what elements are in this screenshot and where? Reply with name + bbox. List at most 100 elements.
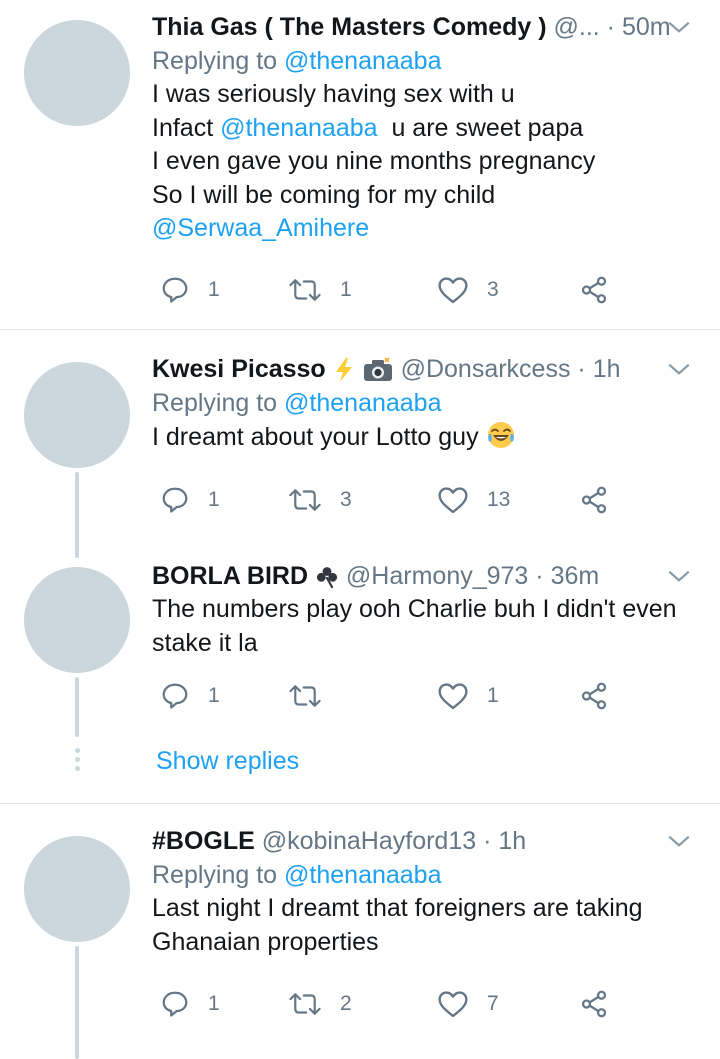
- retweet-count: 1: [340, 278, 352, 301]
- replying-to-handle[interactable]: @thenanaaba: [284, 47, 441, 75]
- avatar[interactable]: [24, 20, 130, 126]
- retweet-button[interactable]: 2: [288, 984, 352, 1024]
- separator-dot: ·: [535, 562, 544, 590]
- replying-to: Replying to @thenanaaba: [152, 858, 696, 892]
- retweet-icon: [289, 489, 321, 511]
- mention-link[interactable]: @thenanaaba: [220, 114, 377, 142]
- reply-count: 1: [208, 684, 220, 707]
- like-button[interactable]: 13: [437, 480, 510, 520]
- reply-count: 1: [208, 278, 220, 301]
- tweet-header: BORLA BIRD @Harmony_973 · 36m: [152, 559, 696, 593]
- avatar[interactable]: [24, 567, 130, 673]
- share-icon: [581, 990, 607, 1018]
- share-button[interactable]: [579, 270, 609, 310]
- timestamp[interactable]: 1h: [593, 355, 621, 383]
- lightning-emoji: [335, 358, 352, 383]
- user-handle[interactable]: @Harmony_973: [346, 562, 528, 590]
- like-button[interactable]: 3: [437, 270, 499, 310]
- reply-icon: [162, 277, 188, 303]
- tweet-text-line: The numbers play ooh Charlie buh I didn'…: [152, 595, 677, 623]
- chevron-down-icon[interactable]: [666, 14, 692, 40]
- tweet-header: Kwesi Picasso @Donsarkcess · 1h: [152, 352, 696, 386]
- tweet-text-line: Ghanaian properties: [152, 927, 379, 956]
- tweet-actions: 1 3 13: [152, 480, 632, 520]
- tweet-header: #BOGLE @kobinaHayford13 · 1h: [152, 824, 696, 858]
- like-count: 1: [487, 684, 499, 707]
- like-button[interactable]: 7: [437, 984, 499, 1024]
- like-icon: [438, 683, 468, 710]
- text-segment: I dreamt about your Lotto guy: [152, 423, 486, 451]
- reply-icon: [162, 991, 188, 1017]
- tweet-text-line: So I will be coming for my child: [152, 180, 496, 209]
- user-handle[interactable]: @...: [554, 13, 600, 41]
- reply-button[interactable]: 1: [160, 270, 220, 310]
- replying-to-handle[interactable]: @thenanaaba: [284, 861, 441, 889]
- tweet-text-line: Infact @thenanaaba u are sweet papa: [152, 112, 696, 146]
- user-handle[interactable]: @Donsarkcess: [401, 355, 571, 383]
- timestamp[interactable]: 1h: [498, 827, 526, 855]
- retweet-button[interactable]: 1: [288, 270, 352, 310]
- share-button[interactable]: [579, 984, 609, 1024]
- replying-to-label: Replying to: [152, 47, 278, 75]
- user-handle[interactable]: @kobinaHayford13: [262, 827, 476, 855]
- replying-to-handle[interactable]: @thenanaaba: [284, 389, 441, 417]
- retweet-count: 3: [340, 488, 352, 511]
- tweet-text: Last night I dreamt that foreigners are …: [152, 892, 696, 959]
- share-icon: [581, 682, 607, 710]
- display-name[interactable]: Kwesi Picasso: [152, 355, 326, 383]
- display-name[interactable]: #BOGLE: [152, 827, 255, 855]
- reply-button[interactable]: 1: [160, 480, 220, 520]
- share-icon: [581, 276, 607, 304]
- thread-line: [75, 677, 79, 737]
- like-button[interactable]: 1: [437, 676, 499, 716]
- replying-to: Replying to @thenanaaba: [152, 44, 696, 78]
- chevron-down-icon[interactable]: [666, 356, 692, 382]
- tweet-actions: 1 1: [152, 676, 632, 716]
- tweet-text: The numbers play ooh Charlie buh I didn'…: [152, 593, 696, 660]
- like-icon: [438, 487, 468, 514]
- retweet-button[interactable]: [288, 676, 340, 716]
- tweet-text-line: I was seriously having sex with u: [152, 80, 515, 108]
- tweet-header: Thia Gas ( The Masters Comedy ) @... · 5…: [152, 10, 696, 44]
- share-button[interactable]: [579, 676, 609, 716]
- reply-icon: [162, 487, 188, 513]
- share-button[interactable]: [579, 480, 609, 520]
- retweet-button[interactable]: 3: [288, 480, 352, 520]
- chevron-down-icon[interactable]: [666, 563, 692, 589]
- thread-ellipsis-icon: [73, 748, 81, 775]
- avatar[interactable]: [24, 836, 130, 942]
- reply-count: 1: [208, 488, 220, 511]
- retweet-icon: [289, 993, 321, 1015]
- camera-emoji: [363, 357, 392, 382]
- display-name[interactable]: Thia Gas ( The Masters Comedy ): [152, 13, 547, 41]
- timestamp[interactable]: 50m: [622, 13, 671, 41]
- divider: [0, 803, 720, 804]
- retweet-count: 2: [340, 992, 352, 1015]
- tweet-text-line: I even gave you nine months pregnancy: [152, 147, 596, 175]
- mention-link[interactable]: @Serwaa_Amihere: [152, 214, 369, 242]
- chevron-down-icon[interactable]: [666, 828, 692, 854]
- text-segment: u are sweet papa: [377, 113, 584, 142]
- reply-button[interactable]: 1: [160, 984, 220, 1024]
- tweet-text: I was seriously having sex with u Infact…: [152, 78, 696, 246]
- replying-to: Replying to @thenanaaba: [152, 386, 696, 420]
- tweet-text-line: @Serwaa_Amihere: [152, 212, 696, 246]
- display-name[interactable]: BORLA BIRD: [152, 562, 308, 590]
- like-icon: [438, 991, 468, 1018]
- tweet-actions: 1 2 7: [152, 984, 632, 1024]
- separator-dot: ·: [606, 13, 615, 41]
- avatar[interactable]: [24, 362, 130, 468]
- reply-button[interactable]: 1: [160, 676, 220, 716]
- show-replies-link[interactable]: Show replies: [156, 744, 299, 778]
- thread-line: [75, 946, 79, 1059]
- text-segment: Infact: [152, 113, 221, 142]
- thread-line: [75, 472, 79, 558]
- joy-emoji: [487, 422, 514, 448]
- tweet-text-line: Last night I dreamt that foreigners are …: [152, 894, 643, 922]
- retweet-icon: [289, 685, 321, 707]
- separator-dot: ·: [577, 355, 586, 383]
- timestamp[interactable]: 36m: [551, 562, 600, 590]
- tweet-text-line: I dreamt about your Lotto guy: [152, 420, 696, 455]
- tweet-actions: 1 1 3: [152, 270, 632, 310]
- replying-to-label: Replying to: [152, 389, 278, 417]
